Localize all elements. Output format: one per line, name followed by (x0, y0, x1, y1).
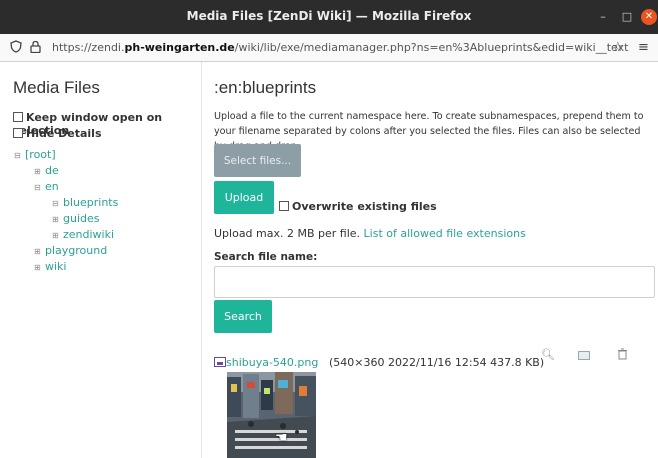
window-title: Media Files [ZenDi Wiki] — Mozilla Firef… (186, 9, 472, 23)
tree-item-blueprints[interactable]: ⊟ blueprints (52, 196, 118, 209)
search-button[interactable]: Search (214, 300, 272, 333)
shield-icon[interactable] (10, 40, 22, 57)
hide-details-checkbox[interactable] (13, 128, 23, 138)
search-label: Search file name: (214, 251, 318, 263)
image-file-icon (214, 357, 226, 367)
tree-item-zendiwiki[interactable]: ⊞ zendiwiki (52, 228, 114, 241)
address-bar[interactable]: https://zendi.ph-weingarten.de/wiki/lib/… (0, 34, 658, 62)
file-thumbnail[interactable] (227, 372, 316, 458)
allowed-extensions-link[interactable]: List of allowed file extensions (364, 227, 526, 240)
upload-button[interactable]: Upload (214, 181, 274, 214)
expand-icon[interactable]: ⊞ (52, 231, 60, 240)
expand-icon[interactable]: ⊞ (34, 263, 42, 272)
window-titlebar: Media Files [ZenDi Wiki] — Mozilla Firef… (0, 0, 658, 34)
tree-item-guides[interactable]: ⊞ guides (52, 212, 100, 225)
overwrite-option[interactable]: Overwrite existing files (279, 200, 437, 213)
hide-details-option[interactable]: Hide Details (13, 127, 102, 140)
mouse-cursor-icon: ☚ (275, 430, 288, 446)
magnifier-icon[interactable]: 🔍︎ (541, 348, 555, 361)
upload-limit-info: Upload max. 2 MB per file. List of allow… (214, 227, 526, 240)
tree-item-en[interactable]: ⊟ en (34, 180, 59, 193)
tree-item-root[interactable]: ⊟ [root] (14, 148, 56, 161)
delete-icon[interactable] (617, 348, 628, 363)
sidebar-title: Media Files (13, 78, 100, 97)
tree-item-playground[interactable]: ⊞ playground (34, 244, 107, 257)
media-sidebar: Media Files Keep window open on selectio… (0, 62, 202, 458)
file-entry[interactable]: shibuya-540.png (214, 356, 318, 369)
select-files-button[interactable]: Select files... (214, 144, 301, 177)
file-name-link[interactable]: shibuya-540.png (226, 356, 318, 369)
minimize-icon[interactable]: – (594, 8, 612, 26)
edit-image-icon[interactable] (578, 351, 590, 360)
maximize-icon[interactable]: □ (618, 8, 636, 26)
bookmark-star-icon[interactable]: ☆ (612, 40, 624, 55)
hamburger-menu-icon[interactable]: ≡ (638, 40, 649, 55)
tree-item-de[interactable]: ⊞ de (34, 164, 59, 177)
overwrite-checkbox[interactable] (279, 201, 289, 211)
namespace-title: :en:blueprints (214, 78, 317, 97)
expand-icon[interactable]: ⊞ (52, 215, 60, 224)
file-meta: (540×360 2022/11/16 12:54 437.8 KB) (329, 356, 545, 369)
expand-icon[interactable]: ⊞ (34, 167, 42, 176)
collapse-icon[interactable]: ⊟ (14, 151, 22, 160)
expand-icon[interactable]: ⊞ (34, 247, 42, 256)
url-text[interactable]: https://zendi.ph-weingarten.de/wiki/lib/… (52, 41, 628, 54)
collapse-icon[interactable]: ⊟ (52, 199, 60, 208)
close-icon[interactable]: ✕ (641, 9, 657, 25)
search-input[interactable] (214, 266, 655, 298)
collapse-icon[interactable]: ⊟ (34, 183, 42, 192)
media-main-panel: :en:blueprints Upload a file to the curr… (203, 62, 658, 458)
tree-item-wiki[interactable]: ⊞ wiki (34, 260, 66, 273)
lock-icon[interactable] (30, 40, 41, 57)
keep-open-checkbox[interactable] (13, 112, 23, 122)
